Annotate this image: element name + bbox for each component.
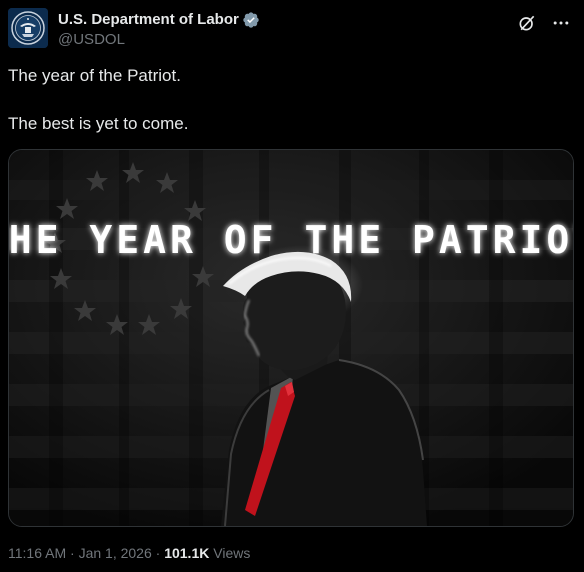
more-options-icon[interactable] xyxy=(550,12,572,34)
tweet-media[interactable]: THE YEAR OF THE PATRIOT xyxy=(8,149,574,527)
display-name[interactable]: U.S. Department of Labor xyxy=(58,10,239,29)
tweet-line-1: The year of the Patriot. xyxy=(8,66,181,85)
meta-separator: · xyxy=(151,545,165,561)
account-names: U.S. Department of Labor @USDOL xyxy=(58,10,260,49)
tweet-line-2: The best is yet to come. xyxy=(8,114,189,133)
avatar[interactable] xyxy=(8,8,48,48)
views-label: Views xyxy=(209,545,251,561)
media-overlay-text: THE YEAR OF THE PATRIOT xyxy=(9,218,573,262)
verified-badge-icon[interactable] xyxy=(242,11,260,29)
tweet: U.S. Department of Labor @USDOL The year… xyxy=(0,0,584,572)
name-row: U.S. Department of Labor xyxy=(58,10,260,29)
tweet-meta: 11:16 AM · Jan 1, 2026 · 101.1K Views xyxy=(8,543,250,563)
grok-icon[interactable] xyxy=(516,12,538,34)
header-actions xyxy=(516,12,572,34)
views-count[interactable]: 101.1K xyxy=(164,545,209,561)
tweet-time[interactable]: 11:16 AM xyxy=(8,545,66,561)
tweet-text: The year of the Patriot. The best is yet… xyxy=(8,64,572,136)
meta-separator: · xyxy=(66,545,79,561)
grok-icon-graphic xyxy=(519,15,535,31)
media-image: THE YEAR OF THE PATRIOT xyxy=(9,150,573,526)
tweet-date[interactable]: Jan 1, 2026 xyxy=(79,545,152,561)
more-options-dots xyxy=(553,21,569,25)
handle[interactable]: @USDOL xyxy=(58,30,260,49)
tweet-header: U.S. Department of Labor @USDOL xyxy=(8,8,576,54)
department-of-labor-seal-icon xyxy=(8,8,48,48)
